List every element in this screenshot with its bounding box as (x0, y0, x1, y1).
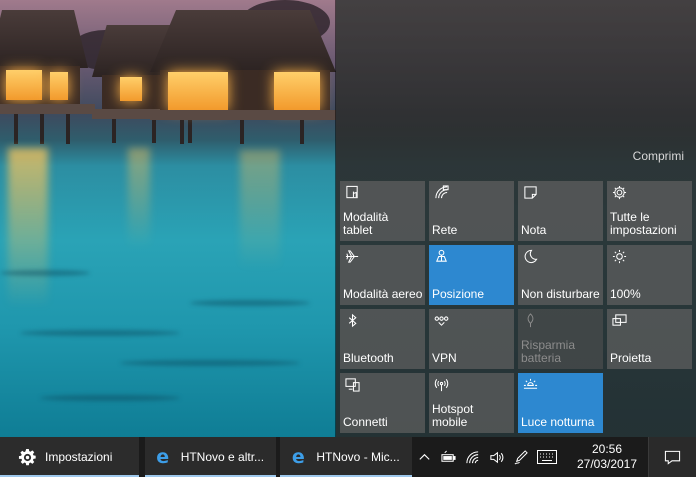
tile-vpn[interactable]: VPN (429, 309, 514, 369)
taskbar-app-settings[interactable]: Impostazioni (0, 437, 139, 477)
tablet-mode-icon (344, 184, 360, 200)
clock-time: 20:56 (591, 442, 623, 456)
taskbar-app-edge-2[interactable]: e HTNovo - Mic... (280, 437, 412, 477)
tile-label: Modalità aereo (343, 287, 423, 301)
taskbar: Impostazioni e HTNovo e altr... e HTNovo… (0, 437, 696, 477)
pen-icon[interactable] (508, 437, 532, 477)
tile-airplane-mode[interactable]: Modalità aereo (340, 245, 425, 305)
action-center-button[interactable] (648, 437, 696, 477)
light-reflection (240, 150, 280, 270)
taskbar-app-edge-1[interactable]: e HTNovo e altr... (144, 437, 277, 477)
edge-icon: e (156, 446, 170, 468)
tile-label: Luce notturna (521, 415, 595, 429)
tile-label: Bluetooth (343, 351, 394, 365)
wifi-icon[interactable] (460, 437, 484, 477)
night-light-icon (522, 376, 538, 392)
tile-label: Non disturbare (521, 287, 600, 301)
tile-label: Connetti (343, 415, 388, 429)
connect-icon (344, 376, 360, 392)
moon-icon (522, 248, 538, 264)
bluetooth-icon (344, 312, 360, 328)
edge-icon: e (291, 446, 305, 468)
tile-label: Posizione (432, 287, 485, 301)
tile-project[interactable]: Proietta (607, 309, 692, 369)
project-icon (611, 312, 627, 328)
tile-network[interactable]: Rete (429, 181, 514, 241)
taskbar-app-label: HTNovo e altr... (180, 450, 265, 464)
tile-label: Risparmia batteria (521, 338, 576, 365)
collapse-link[interactable]: Comprimi (633, 149, 684, 163)
tile-connect[interactable]: Connetti (340, 373, 425, 433)
tile-quiet-hours[interactable]: Non disturbare (518, 245, 603, 305)
taskbar-app-label: Impostazioni (45, 450, 113, 464)
tile-label: Hotspot mobile (432, 402, 474, 429)
tile-label: VPN (432, 351, 457, 365)
tile-battery-saver[interactable]: Risparmia batteria (518, 309, 603, 369)
network-icon (433, 184, 449, 200)
overwater-bungalow (0, 0, 95, 145)
tile-bluetooth[interactable]: Bluetooth (340, 309, 425, 369)
tile-label: Tutte le impostazioni (610, 210, 677, 237)
system-tray: 20:56 27/03/2017 (412, 437, 696, 477)
clock[interactable]: 20:56 27/03/2017 (566, 437, 648, 477)
tile-note[interactable]: Nota (518, 181, 603, 241)
tile-mobile-hotspot[interactable]: Hotspot mobile (429, 373, 514, 433)
note-icon (522, 184, 538, 200)
notification-icon (664, 449, 681, 466)
battery-saver-icon (522, 312, 538, 328)
volume-icon[interactable] (484, 437, 508, 477)
keyboard-icon[interactable] (532, 437, 562, 477)
light-reflection (8, 148, 48, 308)
tile-label: Rete (432, 223, 458, 237)
tile-location[interactable]: Posizione (429, 245, 514, 305)
airplane-icon (344, 248, 360, 264)
taskbar-app-label: HTNovo - Mic... (316, 450, 400, 464)
battery-icon[interactable] (436, 437, 460, 477)
light-reflection (128, 148, 150, 248)
quick-actions-grid: Modalità tablet Rete Nota Tutte le impos… (340, 181, 692, 433)
tile-label: 100% (610, 287, 641, 301)
tile-all-settings[interactable]: Tutte le impostazioni (607, 181, 692, 241)
clock-date: 27/03/2017 (576, 457, 638, 471)
tile-label: Proietta (610, 351, 652, 365)
brightness-icon (611, 248, 627, 264)
vpn-icon (433, 312, 449, 328)
location-icon (433, 248, 449, 264)
tile-label: Nota (521, 223, 547, 237)
hotspot-icon (433, 376, 449, 392)
gear-icon (17, 447, 37, 467)
tile-night-light[interactable]: Luce notturna (518, 373, 603, 433)
chevron-up-icon[interactable] (412, 437, 436, 477)
gear-icon (611, 184, 627, 200)
tile-brightness[interactable]: 100% (607, 245, 692, 305)
tile-tablet-mode[interactable]: Modalità tablet (340, 181, 425, 241)
tile-label: Modalità tablet (343, 210, 389, 237)
overwater-bungalow (150, 10, 336, 145)
